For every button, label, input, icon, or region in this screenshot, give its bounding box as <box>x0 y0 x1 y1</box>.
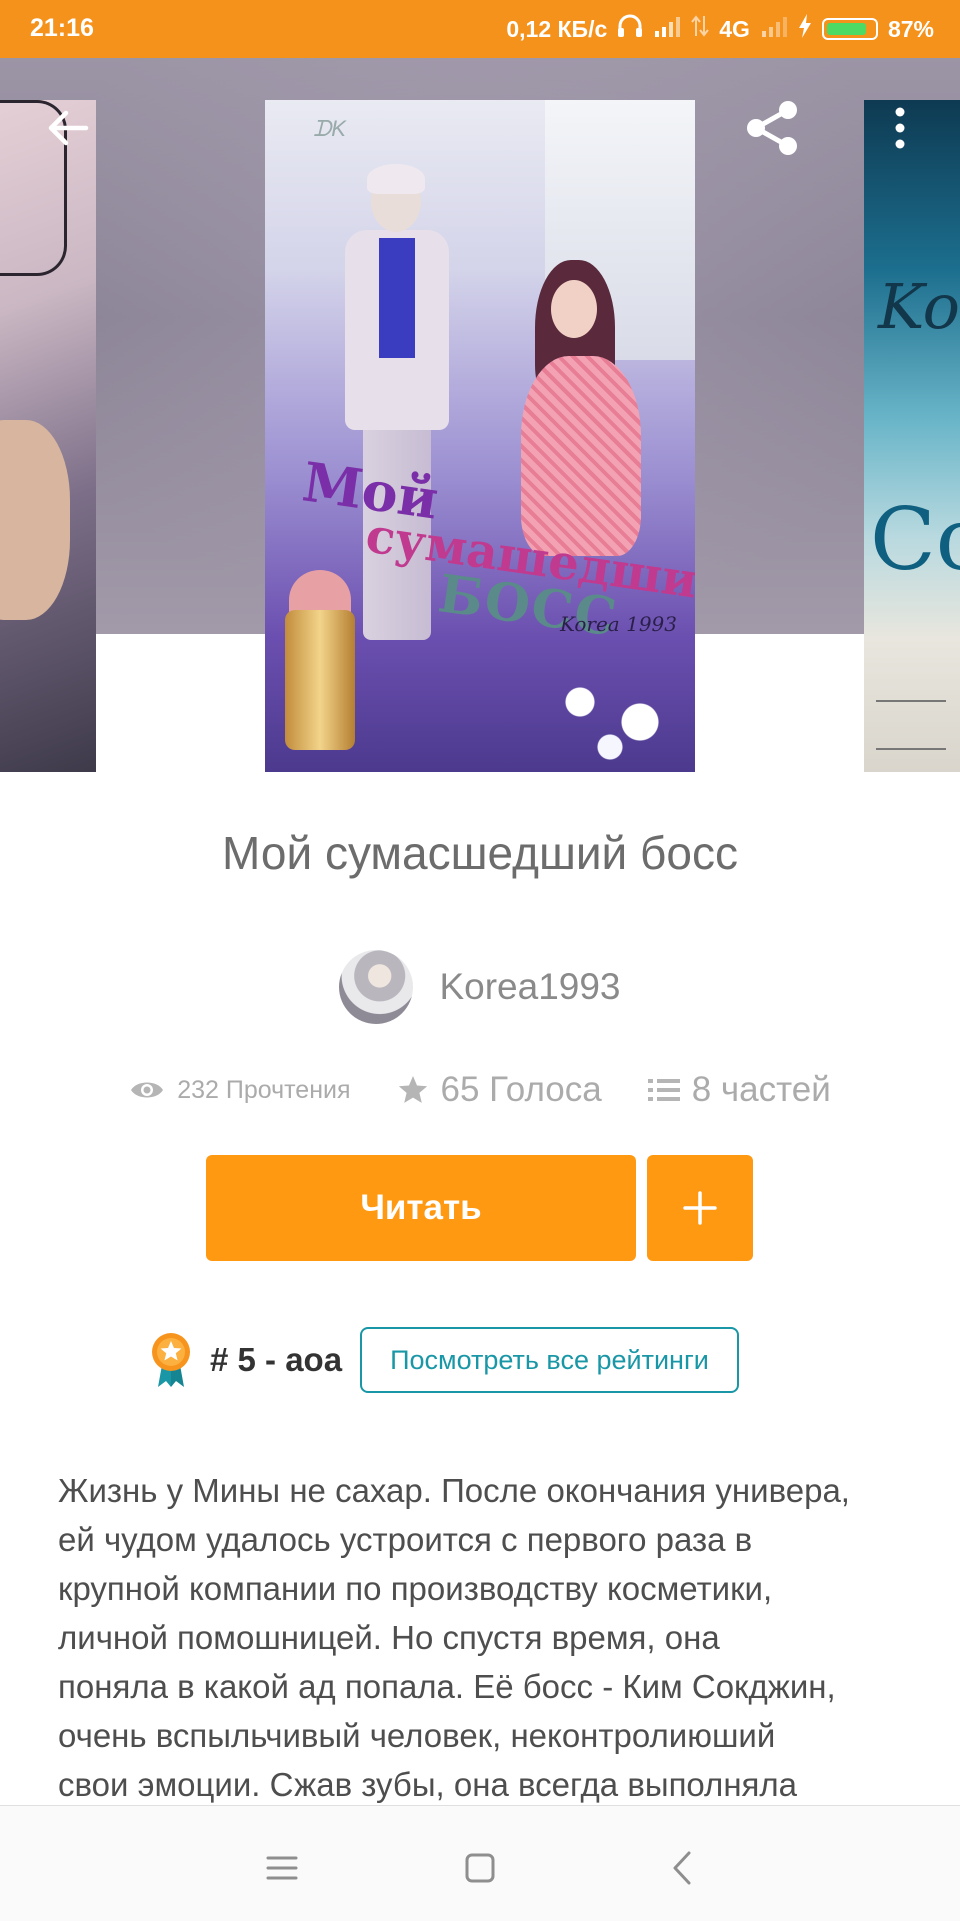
list-icon <box>647 1079 680 1101</box>
ranking-row: # 5 - аоа Посмотреть все рейтинги <box>148 1325 739 1395</box>
parts-count[interactable]: 8 частей <box>692 1070 831 1110</box>
next-cover-text-top: Kor <box>878 270 960 343</box>
status-time: 21:16 <box>30 14 94 42</box>
charging-icon <box>798 14 812 44</box>
star-icon <box>398 1076 427 1103</box>
more-vertical-icon <box>895 107 905 149</box>
battery-percent: 87% <box>887 15 934 42</box>
back-chevron-icon <box>673 1851 691 1885</box>
author-name[interactable]: Korea1993 <box>439 966 620 1008</box>
plus-icon <box>683 1191 717 1225</box>
recent-apps-button[interactable] <box>252 1838 312 1898</box>
arrow-left-icon <box>48 110 89 146</box>
reads-stat: 232 Прочтения <box>129 1075 351 1105</box>
story-stats: 232 Прочтения 65 Голоса 8 частей <box>0 1070 960 1110</box>
system-nav-bar <box>0 1805 960 1921</box>
next-cover-credits <box>876 700 946 750</box>
story-description: Жизнь у Мины не сахар. После окончания у… <box>58 1472 850 1803</box>
votes-count: 65 Голоса <box>440 1070 602 1109</box>
next-cover-text-main: Co <box>870 490 960 590</box>
back-button[interactable] <box>36 96 100 160</box>
cover-watermark: ᗪK <box>313 116 346 141</box>
view-all-rankings-button[interactable]: Посмотреть все рейтинги <box>360 1327 739 1393</box>
parts-stat[interactable]: 8 частей <box>647 1070 831 1110</box>
menu-icon <box>266 1856 298 1880</box>
eye-icon <box>131 1082 164 1098</box>
network-speed: 0,12 КБ/с <box>506 15 608 42</box>
read-button[interactable]: Читать <box>206 1155 636 1261</box>
add-to-library-button[interactable] <box>647 1155 753 1261</box>
data-transfer-icon <box>691 14 710 44</box>
status-bar: 21:16 0,12 КБ/с 4G 87% <box>0 0 960 58</box>
home-square-icon <box>465 1853 495 1883</box>
cover-flowers <box>535 662 685 762</box>
share-button[interactable] <box>740 96 804 160</box>
share-icon <box>747 101 797 155</box>
system-back-button[interactable] <box>652 1838 712 1898</box>
more-options-button[interactable] <box>868 96 932 160</box>
author-row[interactable]: Korea1993 <box>0 950 960 1024</box>
cover-signature: Korea 1993 <box>559 612 677 636</box>
reads-count: 232 Прочтения <box>177 1075 351 1104</box>
previous-cover[interactable] <box>0 100 96 772</box>
home-button[interactable] <box>450 1838 510 1898</box>
votes-stat: 65 Голоса <box>397 1070 602 1110</box>
status-indicators: 0,12 КБ/с 4G 87% <box>506 14 934 44</box>
story-title: Мой сумасшедший босс <box>222 827 738 879</box>
ranking-text: # 5 - аоа <box>210 1341 343 1378</box>
signal-2-icon <box>760 15 788 43</box>
headphones-icon <box>617 14 643 44</box>
cover-figure <box>0 420 70 620</box>
book-cover[interactable]: ᗪK Мой сумашедший БОСС Korea 1993 <box>265 100 695 772</box>
next-cover[interactable]: Kor Co <box>864 100 960 772</box>
battery-icon <box>821 18 878 40</box>
network-type: 4G <box>719 15 750 42</box>
author-avatar[interactable] <box>339 950 414 1024</box>
signal-icon <box>653 15 681 43</box>
ranking-medal-icon <box>152 1333 190 1387</box>
